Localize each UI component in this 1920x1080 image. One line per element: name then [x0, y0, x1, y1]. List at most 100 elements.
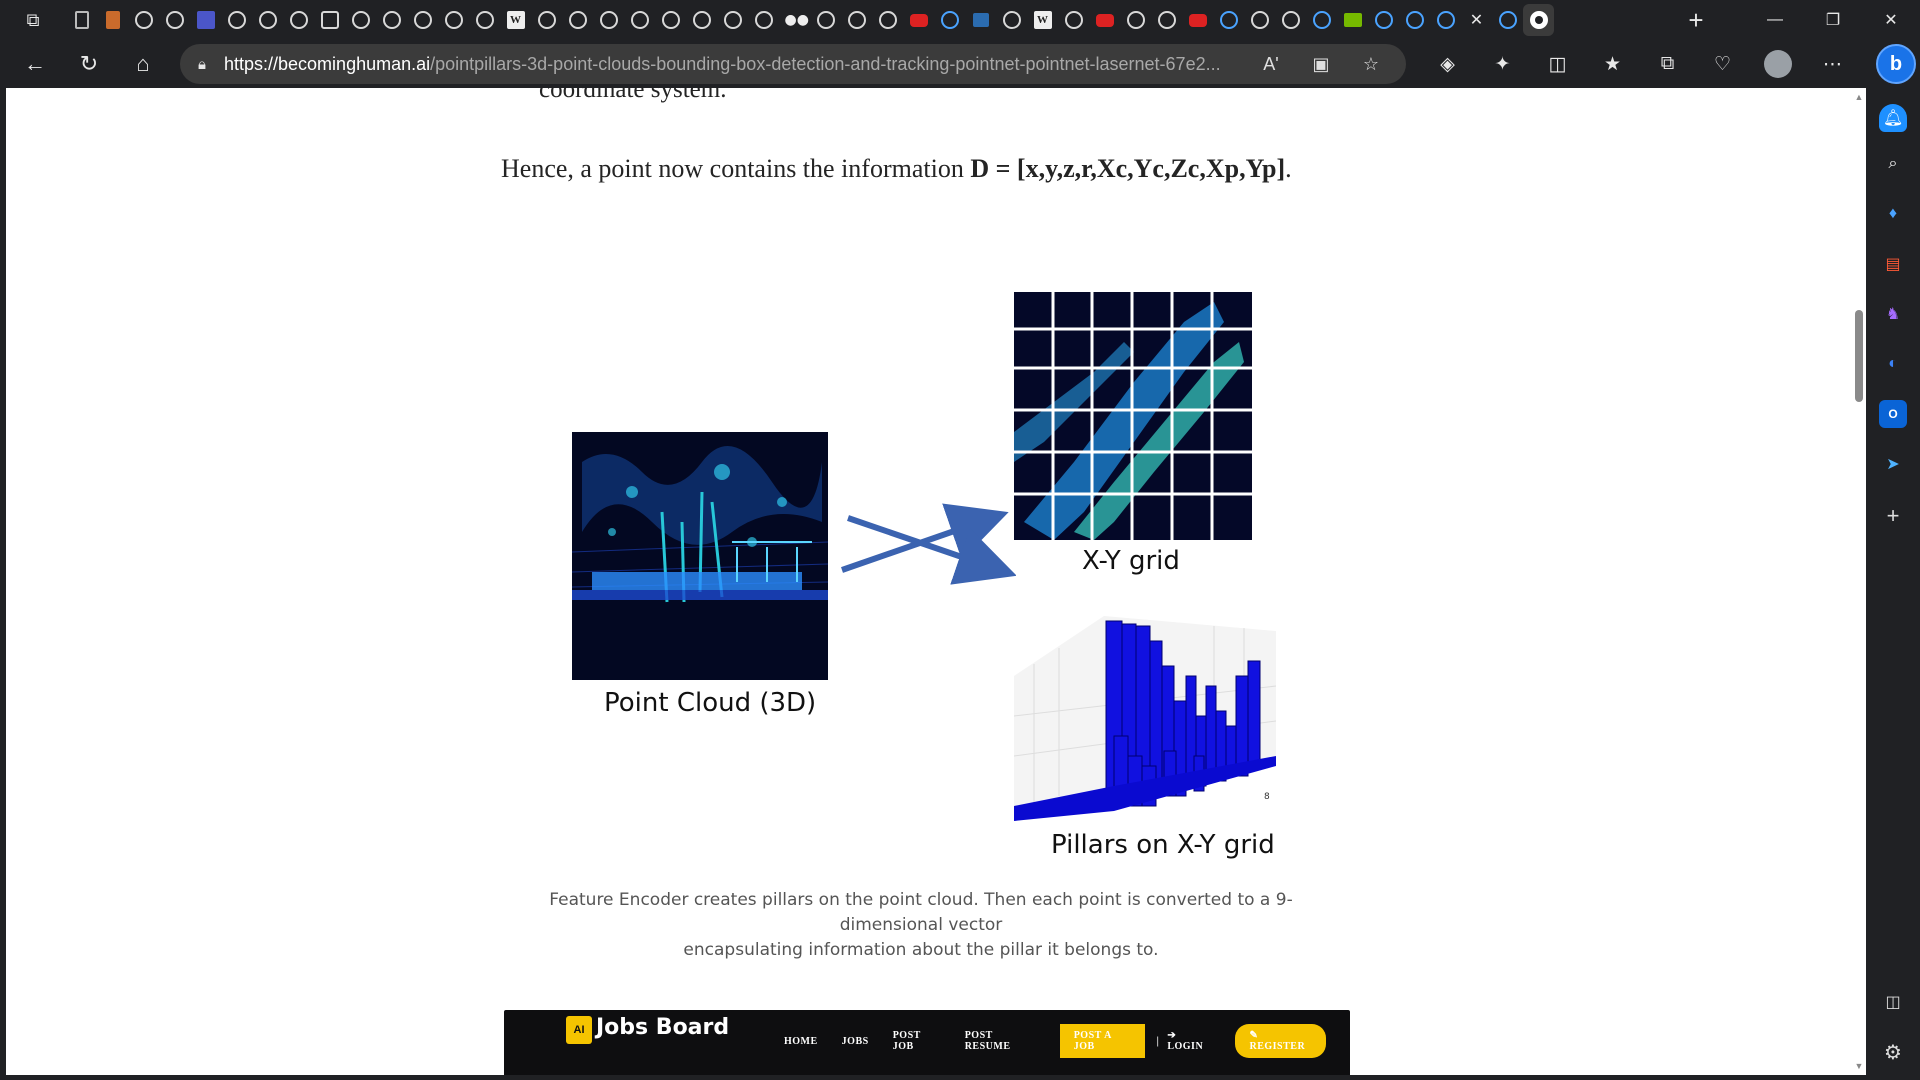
browser-tab[interactable] — [1120, 4, 1151, 36]
refresh-button[interactable]: ↻ — [62, 44, 116, 84]
browser-tab[interactable] — [748, 4, 779, 36]
send-icon[interactable]: ➤ — [1879, 450, 1907, 478]
close-window-button[interactable]: ✕ — [1862, 0, 1920, 40]
back-button[interactable]: ← — [8, 44, 62, 84]
browser-tab[interactable] — [810, 4, 841, 36]
pillars-chart-image: 8 — [1013, 616, 1277, 828]
browser-tab[interactable] — [376, 4, 407, 36]
browser-tab[interactable] — [1213, 4, 1244, 36]
tab-actions-button[interactable]: ⧉ — [0, 0, 66, 40]
search-icon — [1436, 11, 1455, 29]
browser-essentials-icon[interactable]: ♡ — [1695, 53, 1750, 76]
browser-tab[interactable]: W — [500, 4, 531, 36]
browser-tab[interactable] — [1182, 4, 1213, 36]
jobs-board-brand[interactable]: Jobs Board — [596, 1015, 729, 1040]
bing-copilot-button[interactable]: b — [1876, 44, 1916, 84]
scroll-down-arrow[interactable]: ▼ — [1854, 1061, 1864, 1071]
browser-tab[interactable] — [190, 4, 221, 36]
search-icon[interactable]: ⌕ — [1879, 150, 1907, 178]
lock-icon[interactable]: 🔒︎ — [180, 56, 224, 73]
read-aloud-icon[interactable]: Aʹ — [1246, 54, 1296, 75]
browser-tab[interactable] — [97, 4, 128, 36]
browser-tab[interactable] — [934, 4, 965, 36]
login-link[interactable]: ➔ LOGIN — [1167, 1030, 1211, 1052]
browser-tab[interactable] — [841, 4, 872, 36]
browser-tab[interactable] — [1368, 4, 1399, 36]
browser-tab[interactable] — [159, 4, 190, 36]
post-a-job-button[interactable]: POST A JOB — [1059, 1024, 1145, 1058]
browser-tab[interactable] — [562, 4, 593, 36]
browser-tab[interactable] — [1399, 4, 1430, 36]
shopping-tag-icon[interactable]: ♦ — [1879, 200, 1907, 228]
register-button[interactable]: ✎ REGISTER — [1235, 1024, 1327, 1058]
browser-tab[interactable] — [624, 4, 655, 36]
new-tab-button[interactable]: + — [1676, 0, 1716, 40]
browser-tab[interactable] — [314, 4, 345, 36]
browser-tab[interactable] — [531, 4, 562, 36]
ad-nav-post-resume[interactable]: POST RESUME — [965, 1030, 1036, 1052]
browser-tab[interactable] — [1089, 4, 1120, 36]
browser-tab[interactable] — [1523, 4, 1554, 36]
more-menu-icon[interactable]: ⋯ — [1805, 53, 1860, 76]
favorites-icon[interactable]: ★ — [1585, 53, 1640, 76]
browser-tab[interactable] — [1337, 4, 1368, 36]
sidebar-layout-icon[interactable]: ◫ — [1879, 988, 1907, 1016]
scroll-up-arrow[interactable]: ▲ — [1854, 92, 1864, 102]
minimize-button[interactable]: — — [1746, 0, 1804, 40]
browser-tab[interactable] — [1492, 4, 1523, 36]
restore-button[interactable]: ❐ — [1804, 0, 1862, 40]
ad-nav-jobs[interactable]: JOBS — [842, 1036, 869, 1047]
browser-tab[interactable]: ●● — [779, 4, 810, 36]
copilot-icon[interactable]: ◐ — [1879, 350, 1907, 378]
extension-shield-icon[interactable]: ◈ — [1420, 53, 1475, 76]
browser-tab[interactable] — [903, 4, 934, 36]
browser-tab[interactable] — [593, 4, 624, 36]
split-screen-icon[interactable]: ◫ — [1530, 53, 1585, 76]
browser-tab[interactable] — [1430, 4, 1461, 36]
scrollbar-thumb[interactable] — [1855, 310, 1863, 402]
browser-tab[interactable] — [1275, 4, 1306, 36]
browser-tab[interactable] — [221, 4, 252, 36]
immersive-reader-icon[interactable]: ▣ — [1296, 54, 1346, 75]
tools-briefcase-icon[interactable]: ▤ — [1879, 250, 1907, 278]
jobs-board-ad[interactable]: AI Jobs Board HOME JOBS POST JOB POST RE… — [504, 1010, 1350, 1075]
browser-tab[interactable] — [655, 4, 686, 36]
address-bar[interactable]: 🔒︎ https://becominghuman.ai/pointpillars… — [180, 44, 1406, 84]
browser-tab[interactable] — [128, 4, 159, 36]
edge-sidebar: 🔔︎ ⌕ ♦ ▤ ♞ ◐ O ➤ + ◫ ⚙ — [1866, 88, 1920, 1080]
notifications-bell-icon[interactable]: 🔔︎ — [1879, 104, 1907, 132]
games-icon[interactable]: ♞ — [1879, 300, 1907, 328]
browser-tab[interactable]: W — [1027, 4, 1058, 36]
ad-nav-post-job[interactable]: POST JOB — [893, 1030, 941, 1052]
browser-tab[interactable] — [965, 4, 996, 36]
home-button[interactable]: ⌂ — [116, 44, 170, 84]
browser-tab[interactable] — [717, 4, 748, 36]
browser-tab[interactable] — [1151, 4, 1182, 36]
browser-tab[interactable] — [686, 4, 717, 36]
settings-gear-icon[interactable]: ⚙ — [1879, 1038, 1907, 1066]
extensions-icon[interactable]: ✦ — [1475, 53, 1530, 76]
browser-tab[interactable] — [1058, 4, 1089, 36]
browser-tab[interactable] — [1244, 4, 1275, 36]
browser-tab[interactable] — [872, 4, 903, 36]
add-sidebar-app-icon[interactable]: + — [1879, 502, 1907, 530]
browser-tab[interactable]: ✕ — [1461, 4, 1492, 36]
outlook-icon[interactable]: O — [1879, 400, 1907, 428]
browser-tab[interactable] — [407, 4, 438, 36]
browser-tab[interactable] — [469, 4, 500, 36]
browser-tab[interactable] — [66, 4, 97, 36]
browser-tab[interactable] — [438, 4, 469, 36]
search-icon — [940, 11, 959, 29]
url-text[interactable]: https://becominghuman.ai/pointpillars-3d… — [224, 54, 1264, 75]
browser-tab[interactable] — [996, 4, 1027, 36]
browser-tab[interactable] — [345, 4, 376, 36]
page-scrollbar[interactable]: ▲ ▼ — [1852, 88, 1866, 1075]
browser-tab[interactable] — [252, 4, 283, 36]
browser-tab[interactable] — [283, 4, 314, 36]
favorite-star-icon[interactable]: ☆ — [1346, 54, 1396, 75]
browser-tab[interactable] — [1306, 4, 1337, 36]
ad-nav-home[interactable]: HOME — [784, 1036, 818, 1047]
collections-icon[interactable]: ⧉ — [1640, 53, 1695, 75]
profile-avatar[interactable] — [1750, 50, 1805, 78]
close-tab-icon[interactable]: ✕ — [1470, 10, 1483, 30]
